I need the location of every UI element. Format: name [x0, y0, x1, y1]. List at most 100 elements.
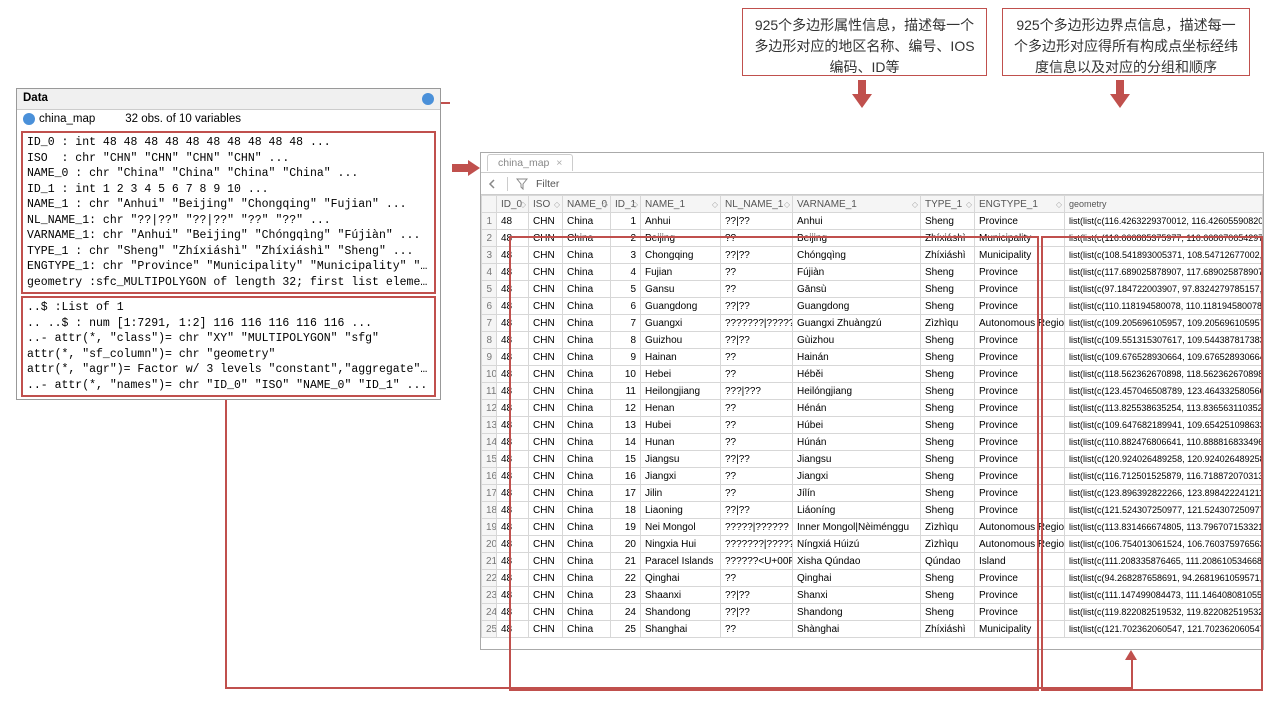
cell: China	[563, 264, 611, 281]
struct-line: .. ..$ : num [1:7291, 1:2] 116 116 116 1…	[27, 316, 430, 332]
col-rownum[interactable]	[482, 196, 497, 213]
col-engtype_1[interactable]: ENGTYPE_1◇	[975, 196, 1065, 213]
table-row[interactable]: 2148CHNChina21Paracel Islands??????<U+00…	[482, 553, 1263, 570]
table-row[interactable]: 748CHNChina7Guangxi???????|????????Guang…	[482, 315, 1263, 332]
table-row[interactable]: 348CHNChina3Chongqing??|??ChóngqìngZhíxi…	[482, 247, 1263, 264]
cell: ??????<U+00FF> o??	[721, 553, 793, 570]
cell: ??	[721, 400, 793, 417]
col-type_1[interactable]: TYPE_1◇	[921, 196, 975, 213]
sort-icon[interactable]: ◇	[632, 200, 638, 209]
cell: 18	[482, 502, 497, 519]
cell: Heilongjiang	[641, 383, 721, 400]
table-row[interactable]: 1648CHNChina16Jiangxi??JiangxiShengProvi…	[482, 468, 1263, 485]
table-row[interactable]: 1448CHNChina14Hunan??HúnánShengProvincel…	[482, 434, 1263, 451]
cell: Guizhou	[641, 332, 721, 349]
cell: China	[563, 485, 611, 502]
sort-icon[interactable]: ◇	[602, 200, 608, 209]
cell: Qinghai	[793, 570, 921, 587]
sort-icon[interactable]: ◇	[966, 200, 972, 209]
cell: CHN	[529, 366, 563, 383]
cell: Nei Mongol	[641, 519, 721, 536]
table-row[interactable]: 848CHNChina8Guizhou??|??GùizhouShengProv…	[482, 332, 1263, 349]
cell: 13	[611, 417, 641, 434]
col-id_1[interactable]: ID_1◇	[611, 196, 641, 213]
cell: Province	[975, 417, 1065, 434]
back-icon[interactable]	[487, 177, 499, 189]
col-name_1[interactable]: NAME_1◇	[641, 196, 721, 213]
col-id_0[interactable]: ID_0◇	[497, 196, 529, 213]
cell: Jiangxi	[641, 468, 721, 485]
cell: 11	[611, 383, 641, 400]
table-row[interactable]: 648CHNChina6Guangdong??|??GuangdongSheng…	[482, 298, 1263, 315]
tab-china-map[interactable]: china_map ×	[487, 154, 573, 171]
cell: China	[563, 468, 611, 485]
table-row[interactable]: 948CHNChina9Hainan??HainánShengProvincel…	[482, 349, 1263, 366]
refresh-icon[interactable]	[422, 93, 434, 105]
cell: list(list(c(110.118194580078, 110.118194…	[1065, 298, 1263, 315]
cell: Guangdong	[641, 298, 721, 315]
table-row[interactable]: 1148CHNChina11Heilongjiang???|???Heilóng…	[482, 383, 1263, 400]
sort-icon[interactable]: ◇	[912, 200, 918, 209]
cell: 1	[611, 213, 641, 230]
cell: Province	[975, 366, 1065, 383]
table-row[interactable]: 1548CHNChina15Jiangsu??|??JiangsuShengPr…	[482, 451, 1263, 468]
table-row[interactable]: 2448CHNChina24Shandong??|??ShandongSheng…	[482, 604, 1263, 621]
cell: ??	[721, 281, 793, 298]
sort-icon[interactable]: ◇	[784, 200, 790, 209]
cell: 48	[497, 468, 529, 485]
cell: China	[563, 536, 611, 553]
table-row[interactable]: 248CHNChina2Beijing??BeijingZhíxiáshìMun…	[482, 230, 1263, 247]
table-row[interactable]: 148CHNChina1Anhui??|??AnhuiShengProvince…	[482, 213, 1263, 230]
col-name_0[interactable]: NAME_0◇	[563, 196, 611, 213]
sort-icon[interactable]: ◇	[712, 200, 718, 209]
cell: Municipality	[975, 247, 1065, 264]
cell: Anhui	[793, 213, 921, 230]
cell: CHN	[529, 332, 563, 349]
col-varname_1[interactable]: VARNAME_1◇	[793, 196, 921, 213]
close-icon[interactable]: ×	[556, 157, 562, 169]
table-row[interactable]: 1848CHNChina18Liaoning??|??LiáoníngSheng…	[482, 502, 1263, 519]
table-row[interactable]: 2248CHNChina22Qinghai??QinghaiShengProvi…	[482, 570, 1263, 587]
col-iso[interactable]: ISO◇	[529, 196, 563, 213]
col-nl_name_1[interactable]: NL_NAME_1◇	[721, 196, 793, 213]
table-row[interactable]: 2348CHNChina23Shaanxi??|??ShanxiShengPro…	[482, 587, 1263, 604]
cell: Sheng	[921, 417, 975, 434]
table-row[interactable]: 1048CHNChina10Hebei??HéběiShengProvincel…	[482, 366, 1263, 383]
filter-label[interactable]: Filter	[536, 178, 559, 190]
cell: CHN	[529, 213, 563, 230]
table-row[interactable]: 1748CHNChina17Jilin??JílínShengProvincel…	[482, 485, 1263, 502]
cell: 48	[497, 536, 529, 553]
col-geometry[interactable]: geometry	[1065, 196, 1263, 213]
cell: Sheng	[921, 366, 975, 383]
cell: China	[563, 247, 611, 264]
sort-icon[interactable]: ◇	[554, 200, 560, 209]
cell: Jílín	[793, 485, 921, 502]
expand-icon[interactable]	[23, 113, 35, 125]
cell: 3	[611, 247, 641, 264]
table-row[interactable]: 1248CHNChina12Henan??HénánShengProvincel…	[482, 400, 1263, 417]
table-row[interactable]: 548CHNChina5Gansu??GānsùShengProvincelis…	[482, 281, 1263, 298]
table-row[interactable]: 2048CHNChina20Ningxia Hui???????|???????…	[482, 536, 1263, 553]
table-row[interactable]: 1348CHNChina13Hubei??HúbeiShengProvincel…	[482, 417, 1263, 434]
cell: Jiangxi	[793, 468, 921, 485]
cell: Zhíxiáshì	[921, 230, 975, 247]
cell: CHN	[529, 553, 563, 570]
sort-icon[interactable]: ◇	[520, 200, 526, 209]
filter-icon[interactable]	[516, 177, 528, 189]
cell: CHN	[529, 502, 563, 519]
cell: Autonomous Region	[975, 536, 1065, 553]
table-row[interactable]: 2548CHNChina25Shanghai??ShànghaiZhíxiásh…	[482, 621, 1263, 638]
right-arrow-icon	[452, 160, 480, 176]
cell: 19	[482, 519, 497, 536]
cell: CHN	[529, 485, 563, 502]
cell: list(list(c(109.551315307617, 109.544387…	[1065, 332, 1263, 349]
cell: Province	[975, 400, 1065, 417]
cell: Chongqing	[641, 247, 721, 264]
data-object-row[interactable]: china_map 32 obs. of 10 variables	[17, 110, 440, 130]
cell: Sheng	[921, 570, 975, 587]
cell: list(list(c(94.268287658691, 94.26819610…	[1065, 570, 1263, 587]
table-row[interactable]: 448CHNChina4Fujian??FújiànShengProvincel…	[482, 264, 1263, 281]
cell: 20	[611, 536, 641, 553]
table-row[interactable]: 1948CHNChina19Nei Mongol?????|??????Inne…	[482, 519, 1263, 536]
sort-icon[interactable]: ◇	[1056, 200, 1062, 209]
